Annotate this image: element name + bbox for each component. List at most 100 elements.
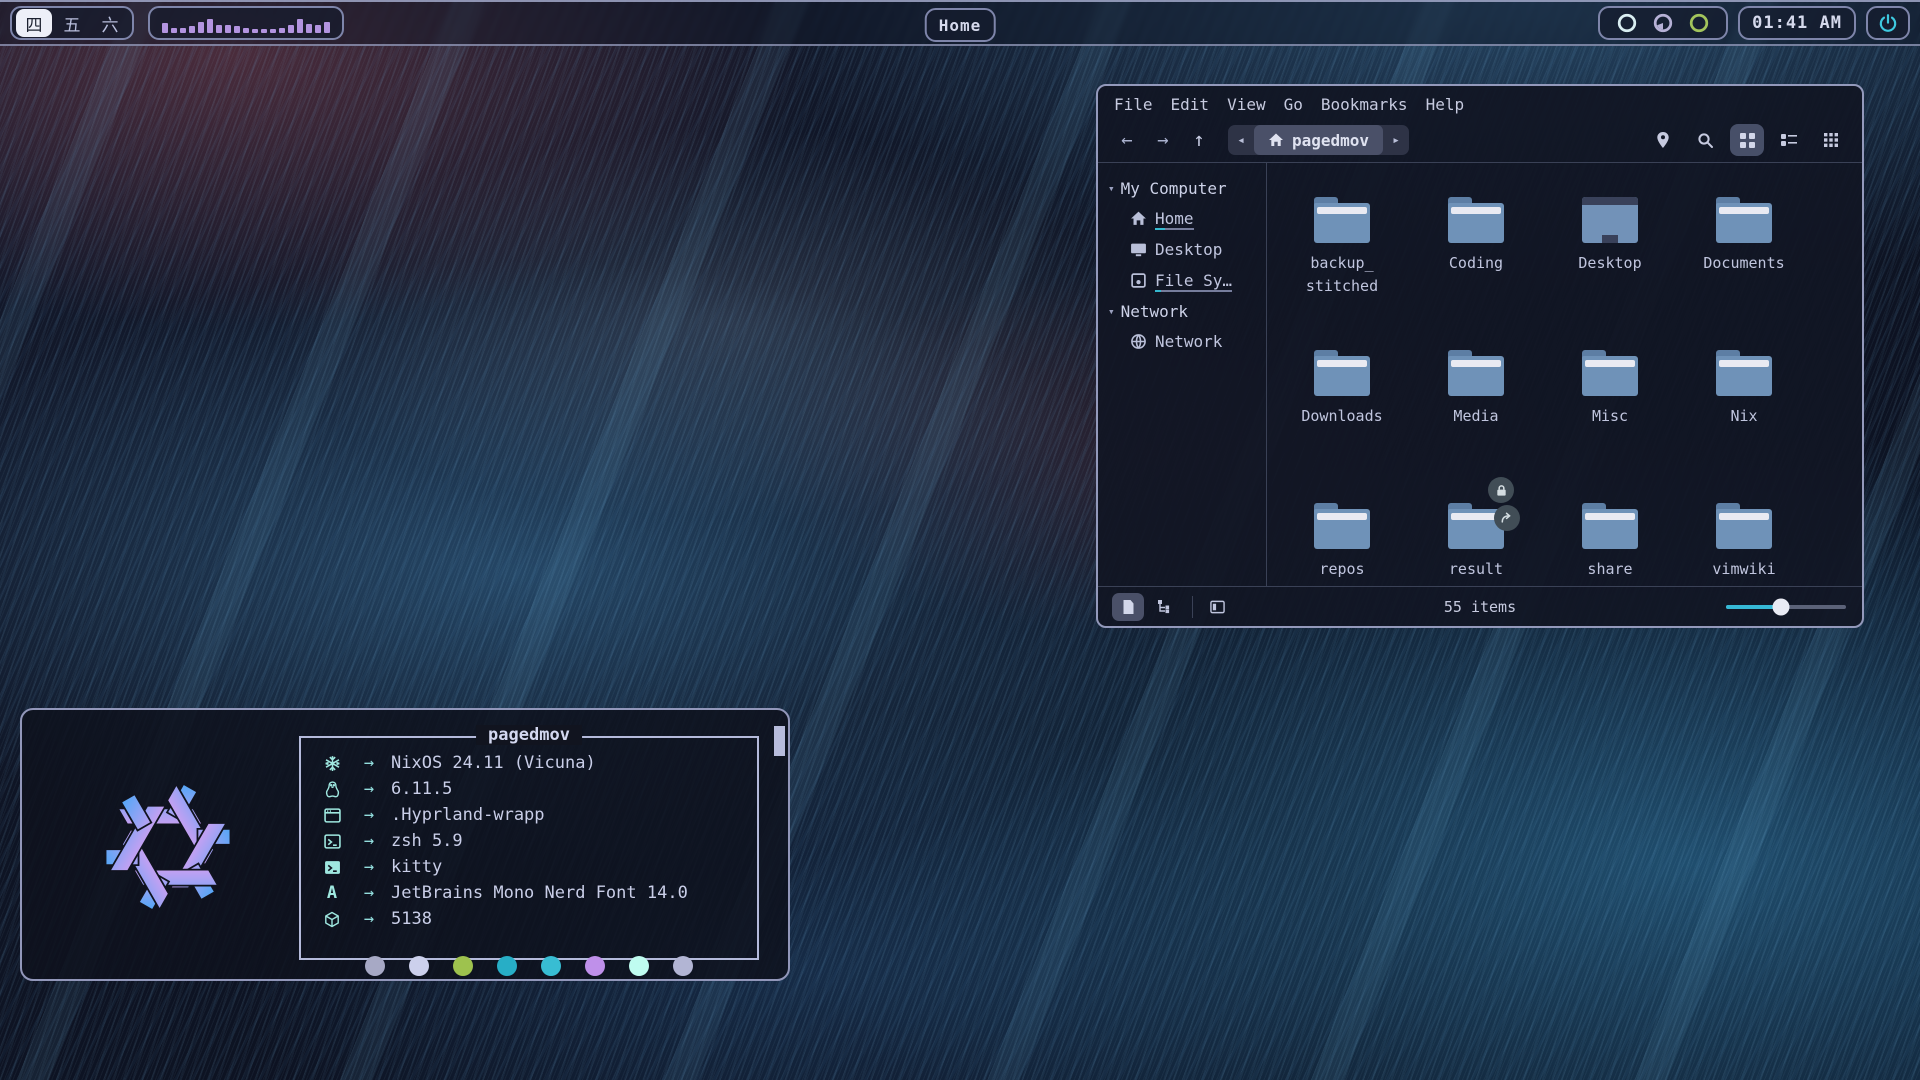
desktop-folder-icon [1582, 197, 1638, 243]
folder-icon [1314, 350, 1370, 396]
menu-view[interactable]: View [1227, 95, 1266, 114]
compact-view-button[interactable] [1772, 124, 1806, 156]
workspace-6[interactable]: 六 [92, 9, 128, 37]
terminal-window: pagedmov → NixOS 24.11 (Vicuna) → 6.11.5 [20, 708, 790, 981]
folder-label: Coding [1449, 252, 1503, 275]
statusbar-separator [1192, 596, 1193, 618]
folder-label: result [1449, 558, 1503, 581]
status-bar: 55 items [1098, 586, 1862, 626]
fetch-row-os: → NixOS 24.11 (Vicuna) [317, 750, 757, 776]
sidebar-item-filesystem[interactable]: File Sy… [1108, 265, 1266, 296]
arrow-icon: → [347, 750, 391, 776]
folder-desktop[interactable]: Desktop [1543, 179, 1677, 332]
palette-dot [453, 956, 473, 976]
folder-coding[interactable]: Coding [1409, 179, 1543, 332]
terminal-icon [317, 860, 347, 875]
palette-dot [541, 956, 561, 976]
folder-label: Documents [1703, 252, 1784, 275]
font-value: JetBrains Mono Nerd Font 14.0 [391, 880, 688, 906]
breadcrumb-current[interactable]: pagedmov [1254, 125, 1383, 155]
symlink-emblem-icon [1494, 505, 1520, 531]
folder-label: Desktop [1578, 252, 1641, 275]
clock[interactable]: 01:41 AM [1738, 6, 1856, 40]
menu-help[interactable]: Help [1426, 95, 1465, 114]
icon-view-button[interactable] [1730, 124, 1764, 156]
collapse-icon: ▾ [1108, 305, 1115, 318]
sidebar-item-label: File Sy… [1155, 271, 1232, 290]
arrow-icon: → [347, 854, 391, 880]
location-pin-icon[interactable] [1646, 124, 1680, 156]
folder-label: Misc [1592, 405, 1628, 428]
sidebar-item-network[interactable]: Network [1108, 326, 1266, 357]
terminal-cursor [774, 726, 785, 756]
shell-value: zsh 5.9 [391, 828, 463, 854]
back-button[interactable]: ← [1112, 129, 1142, 151]
globe-icon [1130, 333, 1147, 350]
folder-nix[interactable]: Nix [1677, 332, 1811, 485]
arrow-icon: → [347, 828, 391, 854]
folder-icon [1314, 503, 1370, 549]
power-button[interactable] [1866, 6, 1910, 40]
active-window-title[interactable]: Home [925, 8, 996, 42]
folder-backup-stitched[interactable]: backup_ stitched [1275, 179, 1409, 332]
folder-icon [1716, 197, 1772, 243]
toolbar: ← → ↑ ◂ pagedmov ▸ [1098, 118, 1862, 162]
workspace-5[interactable]: 五 [54, 9, 90, 37]
arrow-icon: → [347, 776, 391, 802]
fetch-box: pagedmov → NixOS 24.11 (Vicuna) → 6.11.5 [299, 736, 759, 960]
topbar-right-modules: 01:41 AM [1598, 6, 1910, 40]
disk-icon [1130, 272, 1147, 289]
menu-edit[interactable]: Edit [1171, 95, 1210, 114]
folder-misc[interactable]: Misc [1543, 332, 1677, 485]
breadcrumb-next-icon[interactable]: ▸ [1383, 125, 1409, 155]
thumbnail-view-button[interactable] [1814, 124, 1848, 156]
nixos-icon [317, 755, 347, 772]
arrow-icon: → [347, 906, 391, 932]
sidebar-item-label: Home [1155, 209, 1194, 228]
sidebar-item-home[interactable]: Home [1108, 203, 1266, 234]
places-pane-toggle[interactable] [1112, 593, 1144, 621]
folder-icon [1716, 503, 1772, 549]
ring-indicator-icon[interactable] [1616, 12, 1638, 34]
ring-indicator-2-icon[interactable] [1688, 12, 1710, 34]
terminal-value: kitty [391, 854, 442, 880]
folder-documents[interactable]: Documents [1677, 179, 1811, 332]
arrow-icon: → [347, 802, 391, 828]
breadcrumb-prev-icon[interactable]: ◂ [1228, 125, 1254, 155]
tree-pane-toggle[interactable] [1148, 593, 1180, 621]
fetch-row-kernel: → 6.11.5 [317, 776, 757, 802]
arrow-icon: → [347, 880, 391, 906]
home-icon [1130, 210, 1147, 227]
palette-dot [497, 956, 517, 976]
menu-bookmarks[interactable]: Bookmarks [1321, 95, 1408, 114]
search-icon[interactable] [1688, 124, 1722, 156]
breadcrumb: ◂ pagedmov ▸ [1228, 125, 1409, 155]
slider-thumb[interactable] [1773, 598, 1790, 615]
pie-indicator-icon[interactable] [1652, 12, 1674, 34]
folder-media[interactable]: Media [1409, 332, 1543, 485]
shell-icon [317, 834, 347, 849]
up-button[interactable]: ↑ [1184, 129, 1214, 151]
folder-downloads[interactable]: Downloads [1275, 332, 1409, 485]
visualizer-bars [162, 13, 330, 33]
folder-icon [1448, 350, 1504, 396]
breadcrumb-path-label: pagedmov [1292, 131, 1369, 150]
collapse-icon: ▾ [1108, 182, 1115, 195]
folder-icon [1582, 350, 1638, 396]
wm-value: .Hyprland-wrapp [391, 802, 545, 828]
sidebar-section-network[interactable]: ▾ Network [1108, 296, 1266, 326]
home-icon [1268, 132, 1284, 148]
zoom-slider[interactable] [1726, 599, 1846, 615]
sidebar-section-my-computer[interactable]: ▾ My Computer [1108, 173, 1266, 203]
palette-dot [673, 956, 693, 976]
forward-button[interactable]: → [1148, 129, 1178, 151]
palette-dot [629, 956, 649, 976]
side-panel-toggle[interactable] [1201, 593, 1233, 621]
menu-go[interactable]: Go [1284, 95, 1303, 114]
sidebar-item-desktop[interactable]: Desktop [1108, 234, 1266, 265]
file-manager-window: File Edit View Go Bookmarks Help ← → ↑ ◂… [1096, 84, 1864, 628]
status-indicators [1598, 6, 1728, 40]
folder-icon [1448, 197, 1504, 243]
workspace-4[interactable]: 四 [16, 9, 52, 37]
menu-file[interactable]: File [1114, 95, 1153, 114]
